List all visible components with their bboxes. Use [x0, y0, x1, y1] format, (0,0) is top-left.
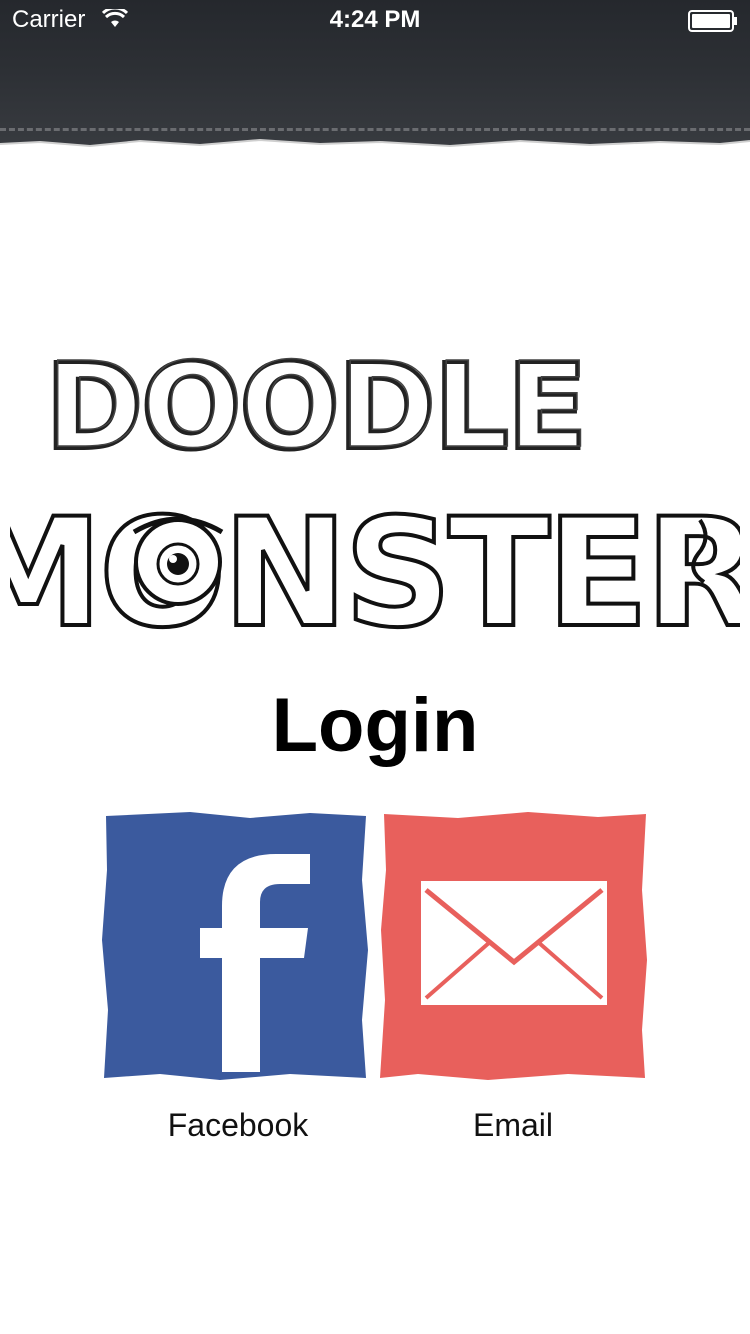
- email-label[interactable]: Email: [378, 1107, 648, 1144]
- logo-line2: MONSTER: [10, 487, 740, 650]
- facebook-label[interactable]: Facebook: [103, 1107, 373, 1144]
- header-stitching: [0, 128, 750, 131]
- battery-icon: [688, 10, 737, 32]
- login-title: Login: [271, 683, 479, 768]
- doodle-monster-logo: DOODLE DOODLE MONSTER: [10, 335, 740, 650]
- svg-text:DOODLE: DOODLE: [47, 336, 587, 474]
- torn-paper-edge: [0, 138, 750, 160]
- envelope-icon: [380, 812, 647, 1080]
- facebook-icon: [102, 812, 368, 1080]
- email-login-button[interactable]: [378, 810, 648, 1082]
- facebook-login-button[interactable]: [100, 810, 370, 1082]
- status-bar: Carrier 4:24 PM: [0, 0, 750, 40]
- status-time: 4:24 PM: [329, 6, 421, 33]
- monster-eye-icon: [132, 516, 224, 606]
